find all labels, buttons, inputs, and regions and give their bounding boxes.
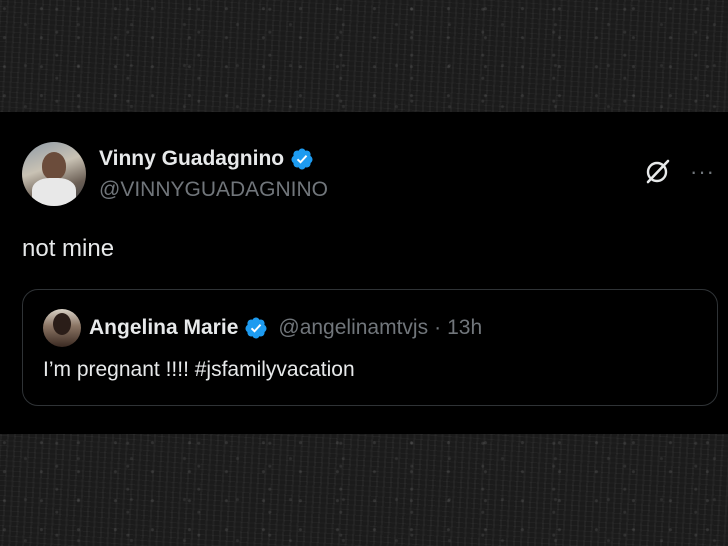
quoted-tweet-header: Angelina Marie @angelinamtvjs · 13h — [89, 314, 482, 342]
grok-icon[interactable] — [644, 157, 672, 185]
quoted-tweet-timestamp[interactable]: 13h — [447, 316, 482, 340]
author-avatar[interactable] — [22, 142, 86, 206]
tweet-card: Vinny Guadagnino @VINNYGUADAGNINO ··· no… — [0, 112, 728, 434]
verified-badge-icon — [291, 148, 313, 170]
author-name-row: Vinny Guadagnino — [99, 146, 314, 172]
background-texture-top — [0, 0, 728, 112]
quoted-author-display-name[interactable]: Angelina Marie — [89, 316, 238, 340]
verified-badge-icon — [245, 317, 267, 339]
author-display-name[interactable]: Vinny Guadagnino — [99, 147, 284, 171]
quoted-author-avatar[interactable] — [43, 309, 81, 347]
more-options-icon[interactable]: ··· — [690, 161, 715, 183]
quoted-tweet[interactable]: Angelina Marie @angelinamtvjs · 13h I’m … — [22, 289, 718, 406]
author-handle[interactable]: @VINNYGUADAGNINO — [99, 178, 328, 202]
tweet-text: not mine — [22, 235, 115, 262]
separator-dot: · — [434, 316, 442, 339]
quoted-author-handle[interactable]: @angelinamtvjs — [278, 316, 428, 340]
quoted-tweet-text: I’m pregnant !!!! #jsfamilyvacation — [43, 358, 355, 381]
background-texture-bottom — [0, 434, 728, 546]
